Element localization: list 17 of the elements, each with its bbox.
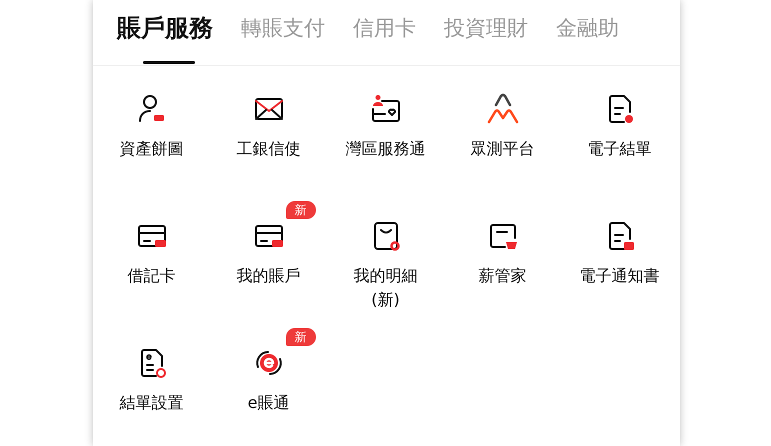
service-label[interactable]: 工銀信使 xyxy=(236,137,300,161)
service-label[interactable]: 我的明細 (新) xyxy=(354,264,418,312)
service-label[interactable]: 電子結單 xyxy=(588,137,652,161)
new-badge: 新 xyxy=(286,201,316,219)
peaks-icon[interactable] xyxy=(486,93,518,125)
category-tab[interactable]: 賬戶服務 xyxy=(117,11,213,64)
service-label[interactable]: e賬通 xyxy=(248,391,290,415)
service-label[interactable]: 電子通知書 xyxy=(580,264,660,288)
service-label[interactable]: 結單設置 xyxy=(120,391,184,415)
service-label[interactable]: 我的賬戶 xyxy=(236,264,300,288)
heart-card-icon[interactable] xyxy=(370,93,402,125)
service-label[interactable]: 眾測平台 xyxy=(470,137,534,161)
service-label[interactable]: 資產餅圖 xyxy=(120,137,184,161)
new-badge: 新 xyxy=(286,328,316,346)
service-label[interactable]: 薪管家 xyxy=(478,264,526,288)
service-label[interactable]: 灣區服務通 xyxy=(346,137,426,161)
service-label[interactable]: 借記卡 xyxy=(128,264,176,288)
